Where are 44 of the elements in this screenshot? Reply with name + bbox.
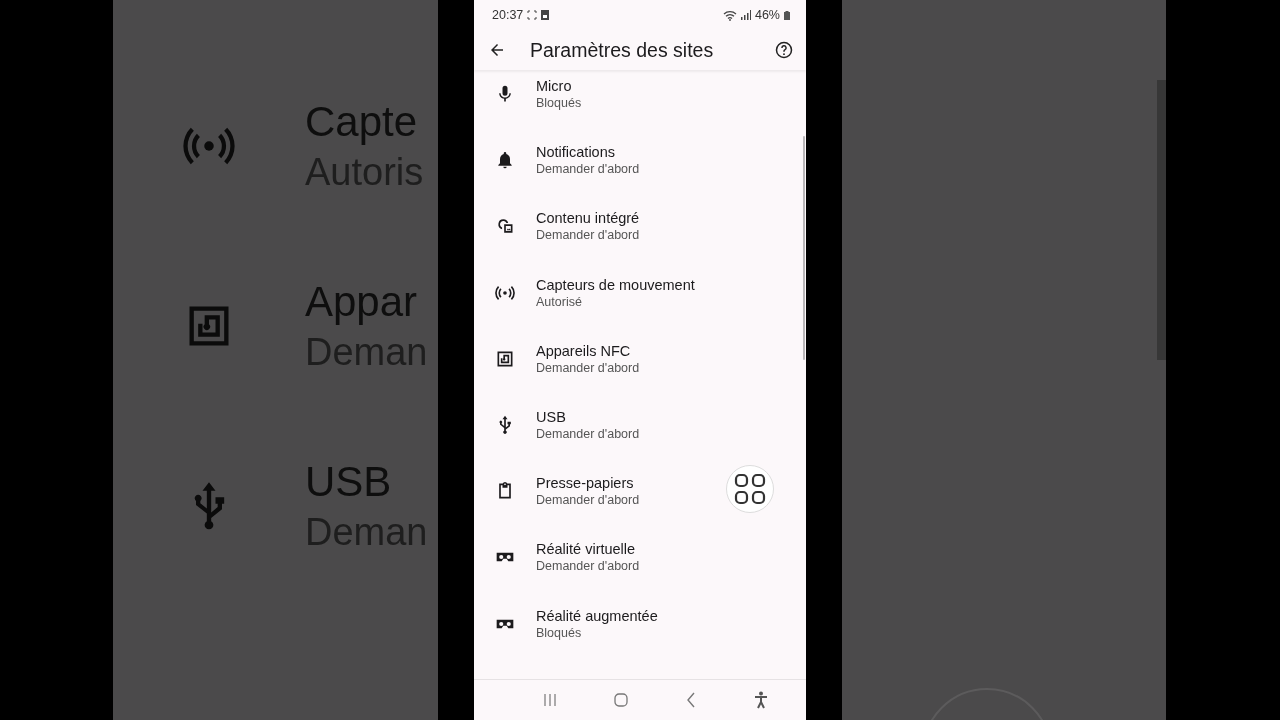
settings-item[interactable]: Réalité augmentée Bloqués	[474, 590, 806, 657]
accessibility-icon[interactable]	[753, 691, 768, 709]
page-title: Paramètres des sites	[530, 38, 715, 62]
floating-menu-button[interactable]	[726, 465, 774, 513]
setting-status: Autorisé	[536, 294, 583, 309]
setting-title: Réalité augmentée	[536, 607, 658, 624]
settings-item[interactable]: Capteurs de mouvement Autorisé	[474, 259, 806, 326]
settings-item[interactable]: Réalité virtuelle Demander d'abord	[474, 524, 806, 591]
home-icon[interactable]	[613, 693, 628, 707]
setting-status: Demander d'abord	[536, 360, 640, 375]
setting-status: Bloqués	[536, 96, 582, 111]
settings-item[interactable]: Appareils NFC Demander d'abord	[474, 325, 806, 392]
settings-item[interactable]: Presse-papiers Demander d'abord	[474, 458, 806, 525]
grid-icon	[733, 472, 767, 506]
setting-status: Demander d'abord	[536, 559, 640, 574]
setting-status: Demander d'abord	[536, 228, 640, 243]
setting-title: Capteurs de mouvement	[536, 276, 695, 293]
settings-item[interactable]: Notifications Demander d'abord	[474, 127, 806, 194]
setting-title: Contenu intégré	[536, 210, 640, 227]
setting-status: Demander d'abord	[536, 493, 640, 508]
signal-icon	[740, 10, 751, 20]
setting-status: Bloqués	[536, 625, 583, 640]
settings-item[interactable]: USB Demander d'abord	[474, 391, 806, 459]
back-icon[interactable]	[684, 692, 697, 708]
setting-title: Appareils NFC	[536, 342, 632, 359]
setting-title: Réalité virtuelle	[536, 541, 637, 558]
backdrop-title: Capte	[305, 97, 419, 147]
settings-item[interactable]: Contenu intégré Demander d'abord	[474, 193, 806, 260]
status-time: 20:37	[492, 8, 524, 22]
bell-icon	[495, 150, 515, 171]
setting-title: USB	[536, 409, 567, 426]
setting-title: Micro	[536, 78, 573, 95]
wifi-icon	[722, 9, 737, 21]
setting-title: Notifications	[536, 144, 616, 161]
backdrop-title: Appar	[305, 277, 419, 327]
battery-percentage: 46%	[754, 8, 780, 22]
setting-status: Demander d'abord	[536, 162, 640, 177]
backdrop-title: USB	[305, 457, 393, 507]
battery-icon	[784, 10, 790, 20]
setting-status: Demander d'abord	[536, 427, 640, 442]
setting-title: Presse-papiers	[536, 475, 635, 492]
notification-icons	[527, 10, 552, 20]
settings-item[interactable]: Micro Bloqués	[474, 70, 806, 128]
help-icon	[774, 40, 794, 60]
